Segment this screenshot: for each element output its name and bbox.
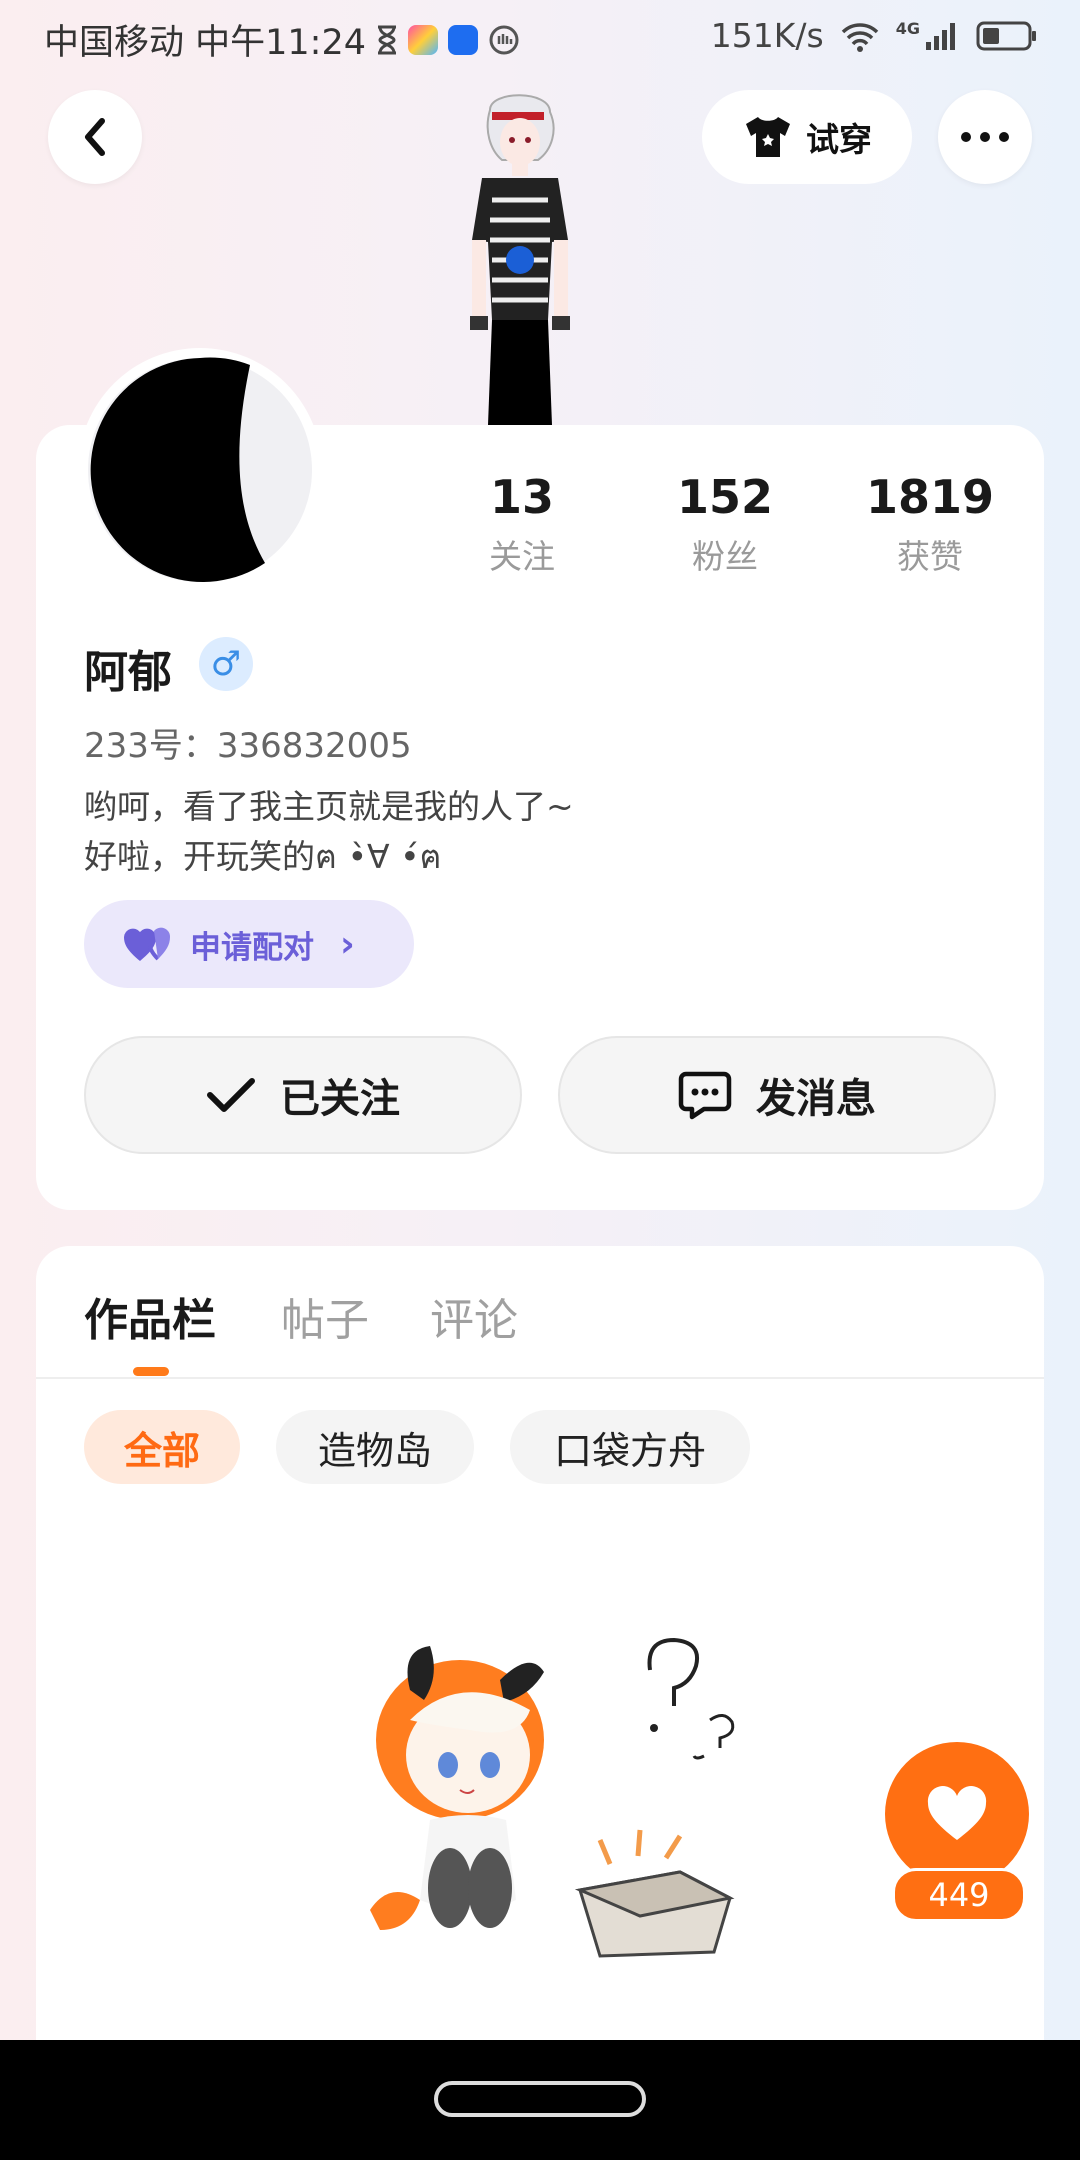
tab-comments[interactable]: 评论 <box>430 1284 518 1348</box>
stat-followers-count: 152 <box>676 470 774 524</box>
bio-line-1: 哟呵，看了我主页就是我的人了~ <box>84 787 574 826</box>
chevron-right-icon: › <box>340 923 355 965</box>
filter-all[interactable]: 全部 <box>84 1410 240 1484</box>
tabs-divider <box>36 1377 1044 1379</box>
tab-posts[interactable]: 帖子 <box>281 1284 369 1348</box>
stat-followers[interactable]: 152 粉丝 <box>645 470 805 578</box>
user-id: 233号：336832005 <box>84 726 412 766</box>
check-icon <box>207 1078 255 1112</box>
more-button[interactable] <box>938 90 1032 184</box>
hourglass-icon <box>378 25 396 54</box>
status-bar: 中国移动 中午11:24 151K/s 4G <box>0 0 1080 74</box>
tab-indicator <box>133 1367 169 1376</box>
chevron-left-icon <box>85 118 105 156</box>
bulb-notification-icon <box>448 24 478 55</box>
signal-type-label: 4G <box>895 19 920 38</box>
app-notification-icon <box>408 24 438 55</box>
character-avatar-figure <box>470 94 570 425</box>
like-button[interactable] <box>885 1742 1029 1886</box>
more-dots-icon <box>961 132 1009 142</box>
avatar[interactable] <box>80 350 320 590</box>
status-right: 151K/s 4G <box>711 16 1038 55</box>
bio-line-2: 好啦，开玩笑的ฅ •̀∀ •́ฅ <box>84 837 442 876</box>
net-speed: 151K/s <box>710 16 824 55</box>
like-count: 449 <box>892 1868 1026 1922</box>
hand-notification-icon <box>489 25 519 54</box>
signal-icon <box>926 22 955 50</box>
back-button[interactable] <box>48 90 142 184</box>
apply-pair-label: 申请配对 <box>190 929 314 966</box>
followed-label: 已关注 <box>280 1076 400 1122</box>
heart-icon <box>927 1786 987 1840</box>
send-message-label: 发消息 <box>756 1076 876 1122</box>
male-icon: ♂ <box>199 637 253 691</box>
stat-following[interactable]: 13 关注 <box>442 470 602 578</box>
filter-creation-island[interactable]: 造物岛 <box>276 1410 474 1484</box>
tryon-label: 试穿 <box>806 120 872 159</box>
stat-likes[interactable]: 1819 获赞 <box>850 470 1010 578</box>
send-message-button[interactable]: 发消息 <box>558 1036 996 1154</box>
empty-state-illustration <box>370 1637 735 1958</box>
stat-following-label: 关注 <box>489 537 555 576</box>
wifi-icon <box>841 22 878 52</box>
filter-pocket-ark[interactable]: 口袋方舟 <box>510 1410 750 1484</box>
battery-icon <box>976 21 1036 50</box>
chat-bubble-icon <box>678 1071 732 1120</box>
status-left: 中国移动 中午11:24 <box>44 14 520 65</box>
home-gesture-bar[interactable] <box>434 2081 646 2117</box>
bio: 哟呵，看了我主页就是我的人了~ 好啦，开玩笑的ฅ •̀∀ •́ฅ <box>84 782 574 882</box>
stat-likes-count: 1819 <box>865 470 995 524</box>
apply-pair-button[interactable]: 申请配对 › <box>84 900 414 988</box>
avatar-image <box>88 357 312 582</box>
tryon-button[interactable]: 试穿 <box>702 90 912 184</box>
carrier-time: 中国移动 中午11:24 <box>44 23 366 63</box>
tab-works[interactable]: 作品栏 <box>84 1284 216 1348</box>
stat-likes-label: 获赞 <box>897 537 963 576</box>
tshirt-icon <box>746 117 790 157</box>
stat-followers-label: 粉丝 <box>692 537 758 576</box>
stat-following-count: 13 <box>489 470 554 524</box>
double-heart-icon <box>124 927 171 961</box>
username: 阿郁 <box>84 647 172 698</box>
followed-button[interactable]: 已关注 <box>84 1036 522 1154</box>
